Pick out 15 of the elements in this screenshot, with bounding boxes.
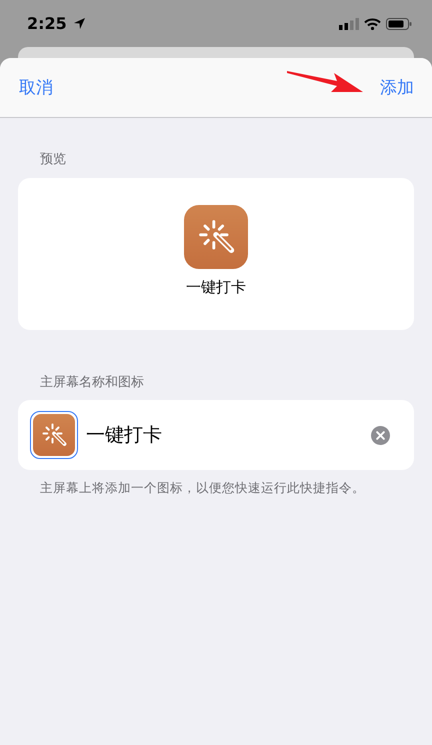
section-header: 预览 bbox=[40, 151, 67, 169]
magic-wand-icon bbox=[33, 414, 75, 456]
signal-icon bbox=[339, 18, 359, 30]
section-header: 主屏幕名称和图标 bbox=[40, 374, 145, 392]
wifi-icon bbox=[364, 18, 381, 30]
footer-note: 主屏幕上将添加一个图标，以便您快速运行此快捷指令。 bbox=[40, 479, 366, 497]
location-icon bbox=[74, 18, 85, 29]
magic-wand-icon bbox=[184, 205, 248, 269]
battery-icon bbox=[386, 18, 412, 30]
clear-icon[interactable] bbox=[371, 426, 390, 444]
status-time: 2:25 bbox=[27, 14, 67, 33]
icon-picker[interactable] bbox=[30, 411, 78, 459]
add-button[interactable]: 添加 bbox=[380, 76, 414, 99]
shortcut-name: 一键打卡 bbox=[186, 278, 246, 297]
cancel-button[interactable]: 取消 bbox=[19, 76, 53, 99]
